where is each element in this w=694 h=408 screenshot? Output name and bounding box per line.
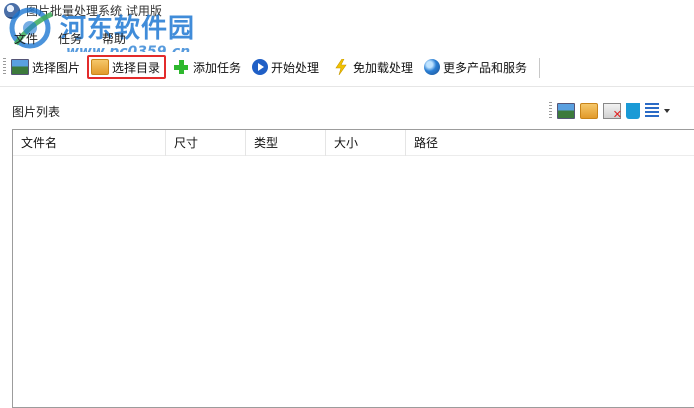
play-icon <box>252 59 268 75</box>
column-file-name[interactable]: 文件名 <box>13 130 166 156</box>
more-products-button[interactable]: 更多产品和服务 <box>424 55 527 79</box>
no-load-processing-button[interactable]: 免加载处理 <box>332 55 413 79</box>
image-list-header: 图片列表 <box>0 86 694 126</box>
title-bar: 图片批量处理系统 试用版 <box>0 0 694 22</box>
image-list-title: 图片列表 <box>12 105 61 119</box>
toolbar-separator <box>539 58 540 78</box>
no-load-processing-label: 免加载处理 <box>353 60 414 75</box>
menu-file[interactable]: 文件 <box>14 30 38 47</box>
column-dimensions[interactable]: 尺寸 <box>166 130 246 156</box>
select-directory-label: 选择目录 <box>112 60 161 75</box>
list-tools-grip[interactable] <box>549 102 552 120</box>
menu-bar: 文件 任务 帮助 <box>0 28 694 48</box>
column-size[interactable]: 大小 <box>326 130 406 156</box>
globe-icon <box>424 59 440 75</box>
more-products-label: 更多产品和服务 <box>443 60 528 75</box>
select-images-label: 选择图片 <box>32 60 81 75</box>
add-folder-icon[interactable] <box>580 103 598 119</box>
list-tools <box>549 101 670 121</box>
select-directory-button[interactable]: 选择目录 <box>87 55 167 79</box>
menu-help[interactable]: 帮助 <box>102 30 126 47</box>
recycle-bin-icon[interactable] <box>626 103 640 119</box>
app-icon <box>4 3 20 19</box>
window-title: 图片批量处理系统 试用版 <box>26 4 162 18</box>
add-task-label: 添加任务 <box>193 60 242 75</box>
image-list-columns: 文件名 尺寸 类型 大小 路径 <box>13 130 694 156</box>
plus-icon <box>172 59 190 75</box>
toolbar-grip[interactable] <box>3 58 6 76</box>
add-image-icon[interactable] <box>557 103 575 119</box>
list-view-icon[interactable] <box>645 103 659 119</box>
menu-task[interactable]: 任务 <box>58 30 82 47</box>
column-type[interactable]: 类型 <box>246 130 326 156</box>
start-processing-label: 开始处理 <box>271 60 320 75</box>
picture-icon <box>11 59 29 75</box>
dropdown-arrow-icon[interactable] <box>664 109 670 113</box>
delete-icon[interactable] <box>603 103 622 121</box>
folder-icon <box>91 59 109 75</box>
select-images-button[interactable]: 选择图片 <box>11 55 80 79</box>
image-list[interactable]: 文件名 尺寸 类型 大小 路径 <box>12 129 694 408</box>
lightning-icon <box>335 59 347 75</box>
start-processing-button[interactable]: 开始处理 <box>252 55 319 79</box>
add-task-button[interactable]: 添加任务 <box>172 55 241 79</box>
main-toolbar: 选择图片 选择目录 添加任务 开始处理 免加载处理 更多产品和服务 <box>0 52 694 82</box>
column-path[interactable]: 路径 <box>406 130 694 156</box>
